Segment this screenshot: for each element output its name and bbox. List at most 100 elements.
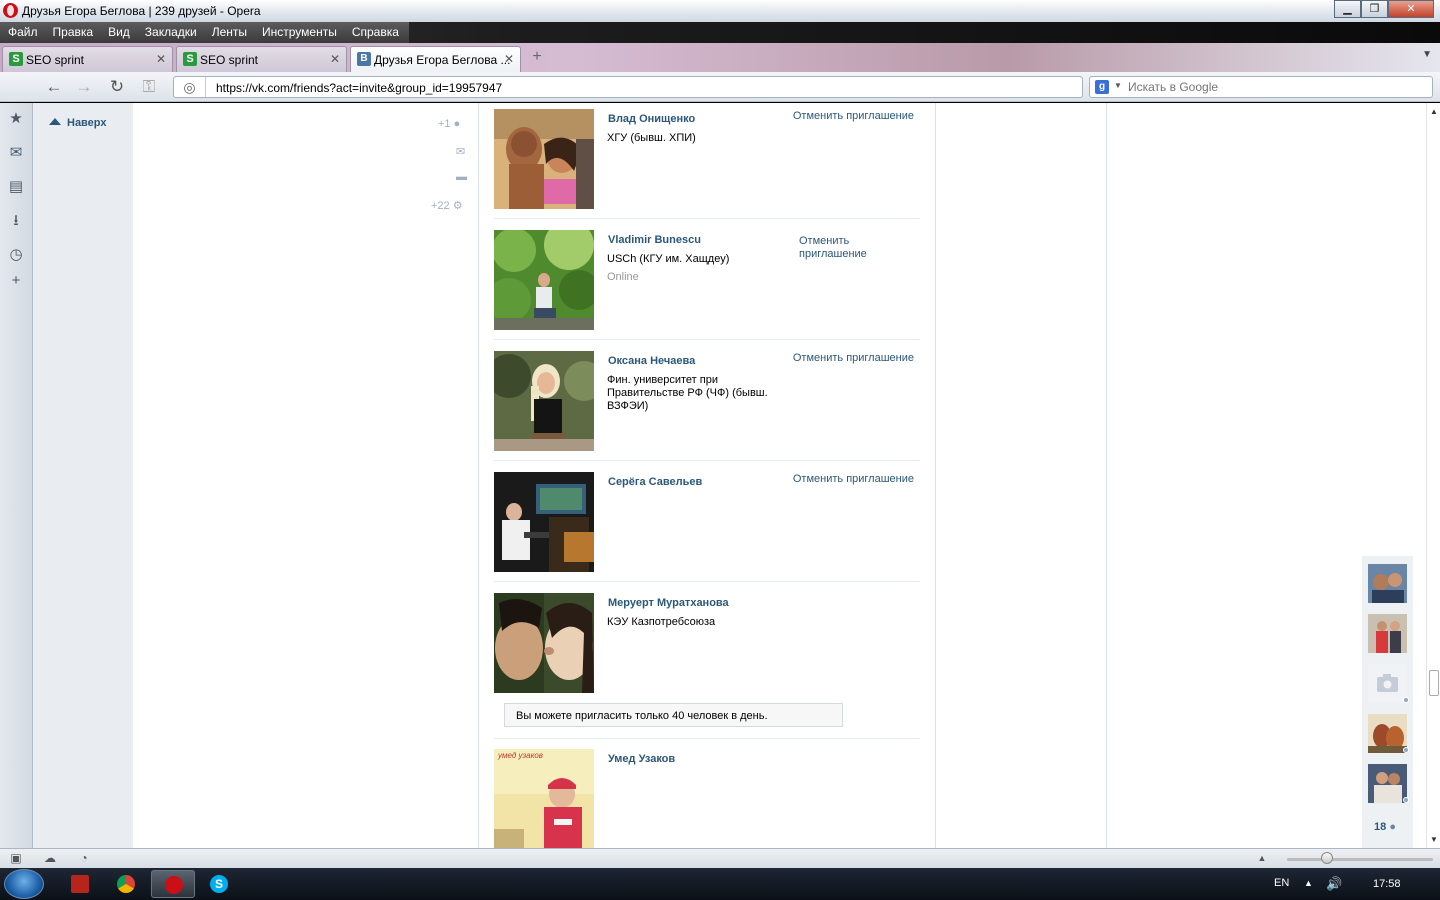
url-text[interactable]: https://vk.com/friends?act=invite&group_… — [216, 81, 502, 95]
to-top-column[interactable]: Наверх — [33, 103, 133, 848]
restore-button[interactable]: ❐ — [1361, 0, 1388, 18]
friend-avatar[interactable] — [1368, 764, 1407, 803]
friend-photo[interactable] — [494, 230, 594, 330]
back-arrow-icon[interactable]: ← — [44, 77, 64, 97]
scrollbar-thumb[interactable] — [1429, 670, 1439, 696]
notes-icon[interactable]: ▤ — [7, 178, 25, 196]
menu-file[interactable]: Файл — [0, 22, 45, 43]
to-top-link[interactable]: Наверх — [49, 117, 107, 129]
title-bar: Друзья Егора Беглова | 239 друзей - Oper… — [0, 0, 1440, 22]
taskbar-app-chrome[interactable] — [104, 870, 148, 898]
history-clock-icon[interactable]: ◷ — [7, 246, 25, 264]
bookmarks-star-icon[interactable]: ★ — [7, 110, 25, 128]
close-tab-icon[interactable]: ✕ — [156, 52, 166, 66]
panel-toggle-icon[interactable]: ▣ — [8, 851, 24, 865]
search-field[interactable]: g ▼ — [1089, 76, 1433, 98]
add-panel-icon[interactable]: + — [7, 272, 25, 290]
friend-photo[interactable]: умед узаков — [494, 749, 594, 848]
taskbar-app-opera[interactable] — [151, 870, 195, 898]
language-indicator[interactable]: EN — [1274, 877, 1289, 889]
menu-edit[interactable]: Правка — [45, 22, 101, 43]
tab-vk-friends[interactable]: В Друзья Егора Беглова ... ✕ — [350, 46, 521, 72]
tab-seo-sprint-1[interactable]: S SEO sprint ✕ — [2, 46, 173, 72]
settings-count-badge[interactable]: +22 ⚙ — [431, 199, 463, 212]
friend-name-link[interactable]: Меруерт Муратханова — [608, 597, 729, 609]
user-icon: ● — [1389, 821, 1396, 833]
new-tab-button[interactable]: + — [528, 48, 546, 66]
windows-start-button[interactable] — [4, 869, 44, 899]
cancel-invitation-link[interactable]: Отменить приглашение — [793, 110, 914, 122]
taskbar-app-filezilla[interactable] — [58, 870, 102, 898]
downloads-icon[interactable]: ⭳ — [7, 212, 25, 230]
menu-bookmarks[interactable]: Закладки — [137, 22, 204, 43]
invite-limit-notice: Вы можете пригласить только 40 человек в… — [504, 703, 843, 727]
friend-row: Меруерт Муратханова КЭУ Казпотребсоюза — [494, 593, 920, 693]
friend-avatar[interactable] — [1368, 714, 1407, 753]
friend-name-link[interactable]: Оксана Нечаева — [608, 355, 695, 367]
friend-name-link[interactable]: Серёга Савельев — [608, 476, 702, 488]
skype-icon: S — [210, 875, 228, 893]
friend-name-link[interactable]: Vladimir Bunescu — [608, 234, 701, 246]
search-input[interactable] — [1128, 79, 1418, 95]
minimize-button[interactable]: ▁ — [1334, 0, 1361, 18]
tab-menu-chevron-icon[interactable]: ▼ — [1422, 49, 1432, 60]
online-friends-count[interactable]: 18 ● — [1374, 821, 1396, 833]
friend-name-link[interactable]: Умед Узаков — [608, 753, 675, 765]
friend-photo[interactable] — [494, 351, 594, 451]
friend-photo[interactable] — [494, 109, 594, 209]
scroll-up-arrow-icon[interactable]: ▲ — [1430, 107, 1438, 116]
online-indicator-icon — [1403, 747, 1409, 753]
tab-bar: S SEO sprint ✕ S SEO sprint ✕ В Друзья Е… — [0, 43, 1440, 72]
taskbar-app-skype[interactable]: S — [197, 870, 241, 898]
view-options-arrow-icon[interactable]: ▲ — [1254, 851, 1270, 865]
tab-label: SEO sprint — [200, 53, 259, 67]
friend-avatar[interactable] — [1368, 564, 1407, 603]
cancel-invitation-link[interactable]: Отменить приглашение — [793, 352, 914, 364]
close-tab-icon[interactable]: ✕ — [504, 52, 514, 66]
seo-sprint-icon: S — [9, 52, 23, 66]
cancel-invitation-link[interactable]: Отменить приглашение — [799, 235, 889, 261]
comments-bubble-icon[interactable]: ▬ — [456, 171, 467, 183]
friend-name-link[interactable]: Влад Онищенко — [608, 113, 695, 125]
reload-icon[interactable]: ↻ — [107, 77, 127, 97]
settings-plus-count: +22 — [431, 200, 450, 212]
messages-envelope-icon[interactable]: ✉ — [456, 145, 465, 158]
zoom-slider-knob[interactable] — [1321, 852, 1333, 864]
window-controls: ▁ ❐ ✕ — [1334, 0, 1434, 18]
menu-view[interactable]: Вид — [100, 22, 137, 43]
site-info-globe-icon[interactable]: ◎ — [174, 77, 206, 97]
friend-university: USCh (КГУ им. Хащдеу) — [607, 253, 730, 265]
show-hidden-icons-arrow-icon[interactable]: ▲ — [1304, 878, 1313, 888]
friend-photo[interactable] — [494, 593, 594, 693]
no-photo-avatar[interactable] — [1368, 664, 1407, 703]
forward-arrow-icon[interactable]: → — [74, 77, 94, 97]
friend-avatar[interactable] — [1368, 614, 1407, 653]
row-divider — [494, 218, 920, 219]
opera-turbo-icon[interactable]: ◔ — [76, 851, 92, 865]
volume-speaker-icon[interactable]: 🔊 — [1326, 876, 1342, 892]
windows-taskbar: S EN ▲ 🔊 17:58 — [0, 868, 1440, 900]
system-clock[interactable]: 17:58 — [1373, 878, 1401, 890]
friend-row: Серёга Савельев Отменить приглашение — [494, 472, 920, 572]
close-window-button[interactable]: ✕ — [1388, 0, 1434, 18]
row-divider — [494, 581, 920, 582]
opera-unite-cloud-icon[interactable]: ☁ — [42, 851, 58, 865]
menu-tools[interactable]: Инструменты — [254, 22, 344, 43]
zoom-slider-track[interactable] — [1287, 858, 1433, 861]
mail-icon[interactable]: ✉ — [7, 144, 25, 162]
menu-feeds[interactable]: Ленты — [204, 22, 254, 43]
scroll-down-arrow-icon[interactable]: ▼ — [1430, 835, 1438, 844]
friend-photo[interactable] — [494, 472, 594, 572]
vertical-scrollbar[interactable]: ▲ ▼ — [1426, 103, 1440, 848]
filezilla-icon — [71, 875, 89, 893]
menu-help[interactable]: Справка — [344, 22, 406, 43]
key-icon[interactable]: ⚿ — [139, 77, 159, 97]
google-icon[interactable]: g — [1095, 80, 1109, 94]
friends-count-badge[interactable]: +1 ● — [438, 118, 460, 130]
navigation-bar: ← → ↻ ⚿ ◎ https://vk.com/friends?act=inv… — [0, 72, 1440, 102]
address-field[interactable]: ◎ https://vk.com/friends?act=invite&grou… — [173, 76, 1083, 98]
tab-seo-sprint-2[interactable]: S SEO sprint ✕ — [176, 46, 347, 72]
cancel-invitation-link[interactable]: Отменить приглашение — [793, 473, 914, 485]
search-engine-dropdown-icon[interactable]: ▼ — [1114, 81, 1122, 90]
close-tab-icon[interactable]: ✕ — [330, 52, 340, 66]
